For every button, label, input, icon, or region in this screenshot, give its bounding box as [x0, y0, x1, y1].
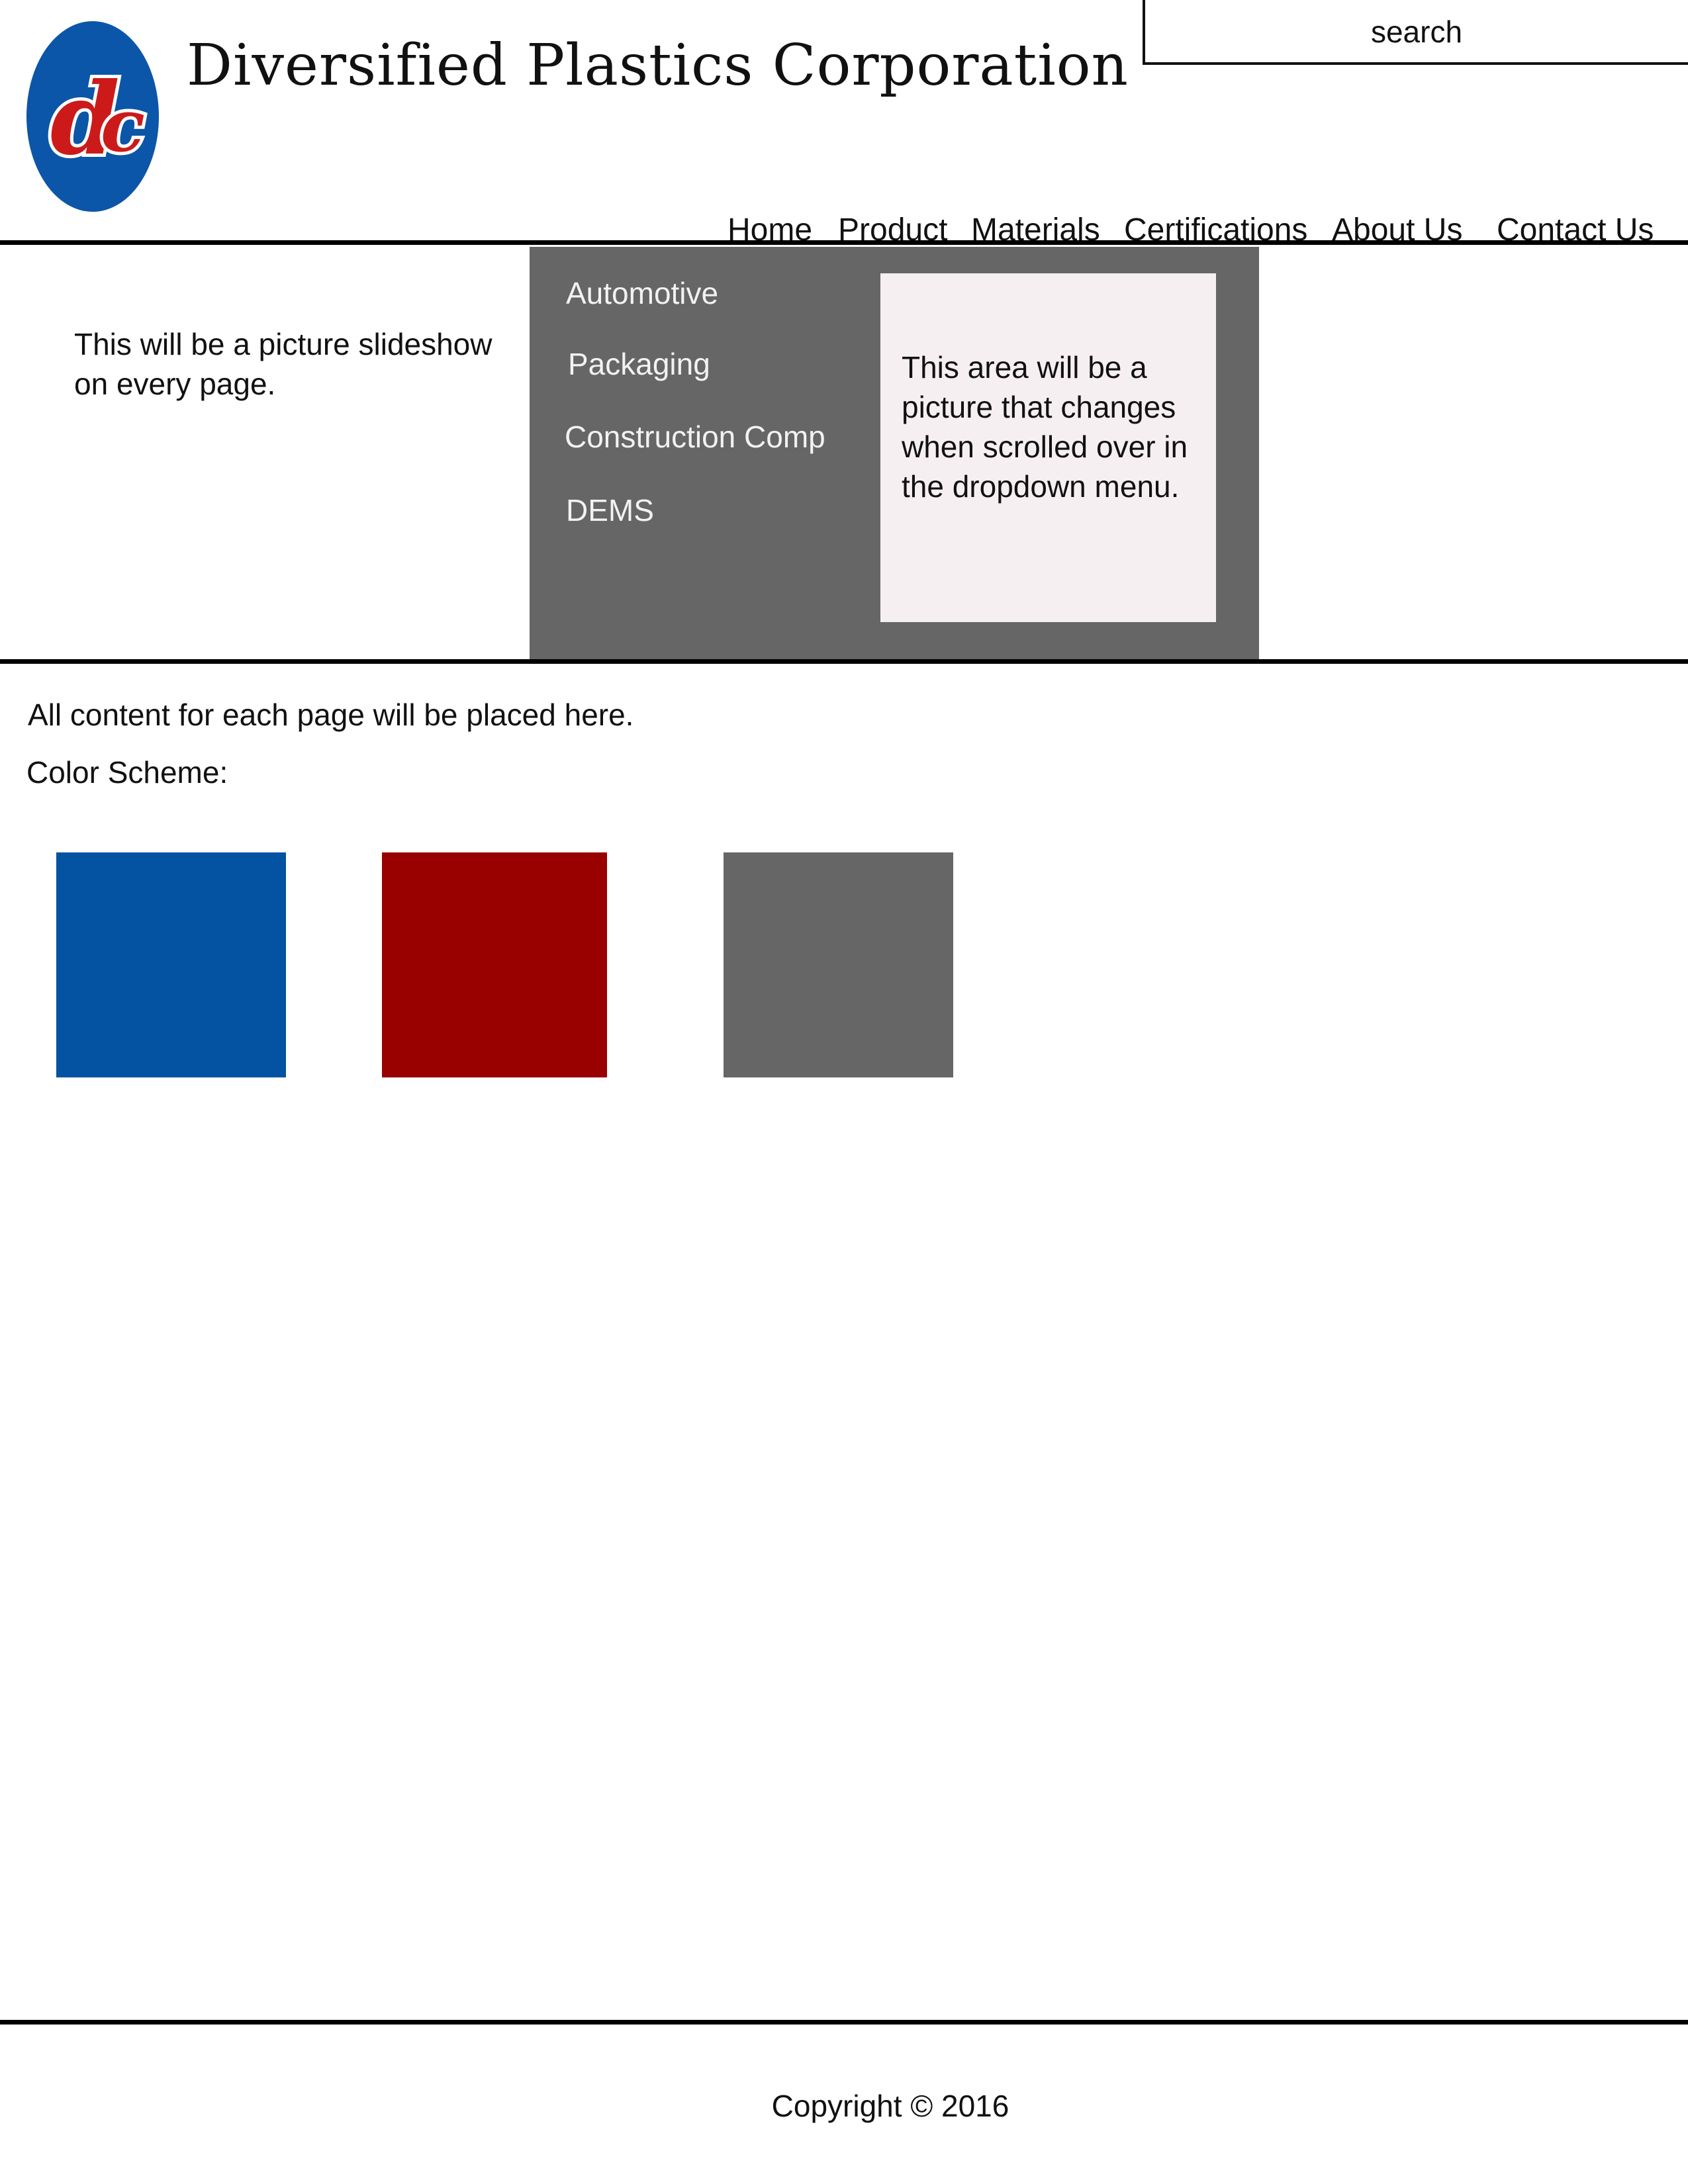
svg-text:c: c [101, 83, 145, 168]
dropdown-item-dems[interactable]: DEMS [566, 494, 654, 527]
company-logo[interactable]: d d c c [26, 21, 159, 212]
dropdown-item-construction-comp[interactable]: Construction Comp [565, 420, 825, 454]
color-swatch-red [382, 852, 607, 1077]
company-name: Diversified Plastics Corporation [187, 32, 1129, 99]
search-input[interactable] [1145, 0, 1688, 62]
product-dropdown-menu: Automotive Packaging Construction Comp D… [530, 247, 1259, 660]
color-swatch-blue [56, 852, 286, 1077]
dropdown-preview-text: This area will be a picture that changes… [902, 350, 1188, 504]
content-divider [0, 659, 1688, 664]
dropdown-item-automotive[interactable]: Automotive [566, 277, 718, 310]
search-box[interactable] [1143, 0, 1688, 65]
dropdown-preview-image: This area will be a picture that changes… [880, 273, 1216, 622]
footer-divider [0, 2020, 1688, 2025]
header-divider [0, 240, 1688, 245]
color-swatch-gray [724, 852, 953, 1077]
color-scheme-label: Color Scheme: [26, 755, 228, 790]
copyright-text: Copyright © 2016 [771, 2089, 1009, 2123]
dropdown-item-packaging[interactable]: Packaging [568, 347, 710, 381]
slideshow-placeholder: This will be a picture slideshow on ever… [74, 327, 492, 401]
content-placeholder: All content for each page will be placed… [28, 698, 634, 732]
dpc-logo-icon: d d c c [26, 21, 159, 212]
